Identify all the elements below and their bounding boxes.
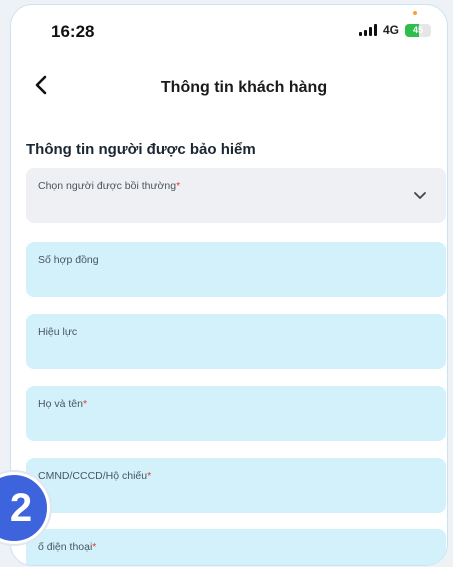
id-number-field[interactable]: CMND/CCCD/Hộ chiếu*: [26, 458, 446, 513]
battery-level: 45: [412, 24, 423, 35]
section-title: Thông tin người được bảo hiểm: [26, 141, 256, 158]
chevron-down-icon: [414, 192, 426, 199]
field-label: ố điện thoại*: [38, 541, 97, 553]
field-label: CMND/CCCD/Hộ chiếu*: [38, 470, 152, 482]
page-title: Thông tin khách hàng: [160, 79, 328, 96]
field-label: Số hợp đồng: [38, 254, 99, 266]
field-label: Hiệu lực: [38, 326, 78, 338]
status-icons: 4G 45: [358, 23, 431, 37]
signal-icon: [358, 24, 377, 36]
status-time: 16:28: [51, 22, 95, 41]
beneficiary-select[interactable]: Chọn người được bồi thường*: [26, 168, 446, 223]
battery-icon: 45: [405, 23, 431, 37]
field-label: Chọn người được bồi thường*: [38, 180, 181, 192]
phone-number-field[interactable]: ố điện thoại*: [26, 529, 446, 565]
full-name-field[interactable]: Họ và tên*: [26, 386, 446, 441]
validity-field[interactable]: Hiệu lực: [26, 314, 446, 369]
contract-number-field[interactable]: Số hợp đồng: [26, 242, 446, 297]
network-type: 4G: [382, 23, 399, 37]
privacy-indicator-icon: [413, 11, 417, 15]
status-bar: 16:28 4G 45: [11, 5, 447, 57]
field-label: Họ và tên*: [38, 398, 88, 410]
navigation-bar: Thông tin khách hàng: [11, 67, 447, 107]
phone-screen: 16:28 4G 45 Thông tin khách hàng Thông t…: [10, 4, 448, 566]
